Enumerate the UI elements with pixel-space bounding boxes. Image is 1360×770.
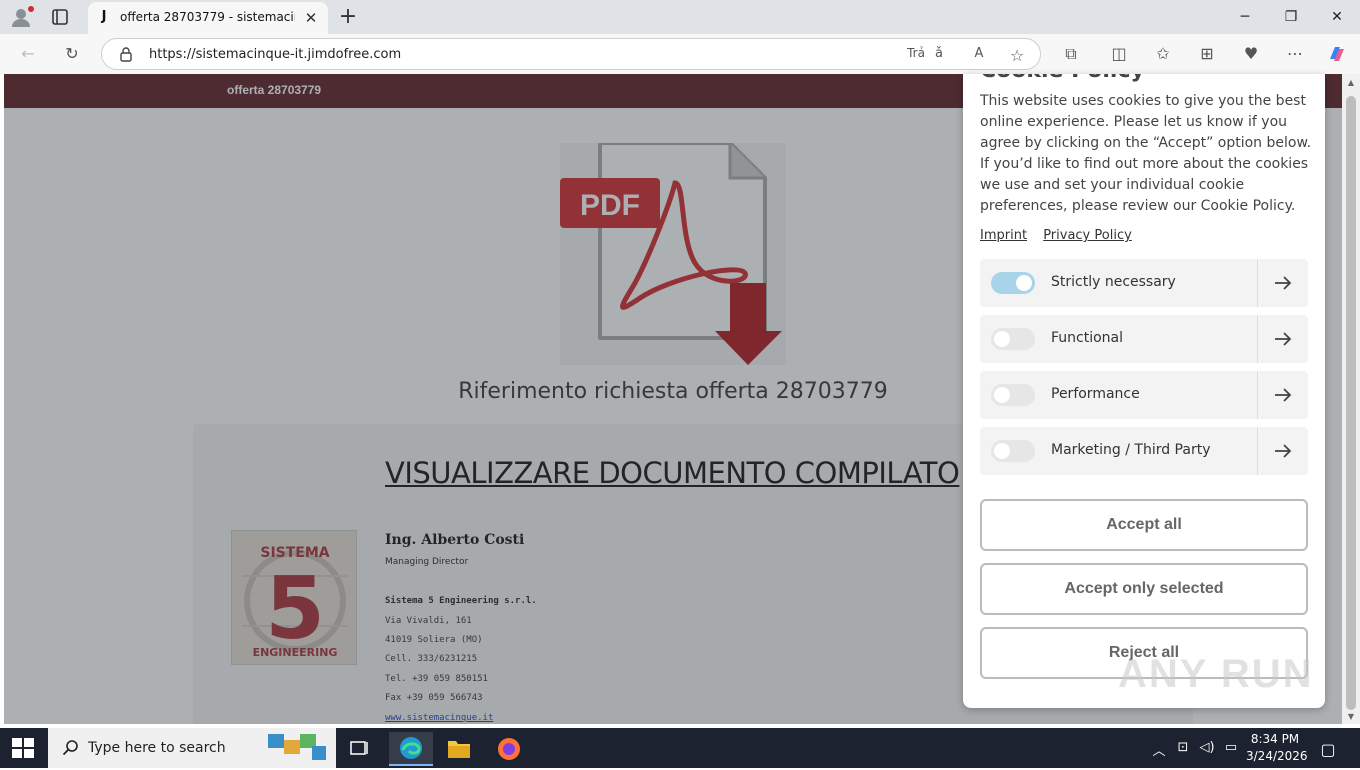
- tray-chevron-icon[interactable]: ︿: [1149, 740, 1169, 759]
- jimdo-favicon-icon: J: [101, 9, 107, 24]
- minimize-icon[interactable]: ─: [1222, 5, 1268, 29]
- category-label: Marketing / Third Party: [1051, 442, 1211, 458]
- marketing-toggle[interactable]: [991, 440, 1035, 462]
- accept-selected-button[interactable]: Accept only selected: [980, 563, 1308, 615]
- cookie-title: Cookie Policy: [980, 74, 1145, 83]
- scroll-up-icon[interactable]: ▲: [1346, 78, 1356, 87]
- cookie-description: This website uses cookies to give you th…: [980, 93, 1312, 214]
- favorites-icon[interactable]: ✩: [1152, 43, 1174, 65]
- lock-icon[interactable]: [118, 46, 134, 62]
- read-aloud-icon[interactable]: A: [968, 46, 990, 64]
- cookie-category-performance: Performance: [980, 371, 1308, 419]
- new-tab-icon[interactable]: +: [336, 5, 360, 29]
- privacy-policy-link[interactable]: Privacy Policy: [1043, 228, 1132, 243]
- category-label: Strictly necessary: [1051, 274, 1176, 290]
- more-menu-icon[interactable]: ⋯: [1284, 43, 1306, 65]
- accept-all-button[interactable]: Accept all: [980, 499, 1308, 551]
- scroll-thumb[interactable]: [1346, 96, 1356, 710]
- extensions-icon[interactable]: ⧉: [1060, 43, 1082, 65]
- cookie-category-strictly-necessary: Strictly necessary: [980, 259, 1308, 307]
- restore-icon[interactable]: ❐: [1268, 5, 1314, 29]
- arrow-right-icon[interactable]: [1270, 270, 1296, 296]
- imprint-link[interactable]: Imprint: [980, 228, 1027, 243]
- tab-actions-icon[interactable]: [50, 7, 70, 27]
- tab-title: offerta 28703779 - sistemacinque: [120, 10, 295, 24]
- window-close-icon[interactable]: ✕: [1314, 5, 1360, 29]
- performance-toggle[interactable]: [991, 384, 1035, 406]
- windows-start-icon[interactable]: [12, 738, 34, 758]
- profile-notification-dot: [28, 6, 34, 12]
- copilot-icon[interactable]: [1326, 43, 1348, 65]
- scroll-down-icon[interactable]: ▼: [1346, 712, 1356, 721]
- cookie-category-functional: Functional: [980, 315, 1308, 363]
- windows-taskbar: Type here to search ︿ ⊡ ◁) ▭ 8:34 PM 3/2…: [0, 728, 1360, 768]
- file-explorer-icon[interactable]: [437, 732, 481, 766]
- category-label: Performance: [1051, 386, 1140, 402]
- tab-close-icon[interactable]: ✕: [301, 8, 321, 28]
- notifications-icon[interactable]: ▢: [1318, 740, 1338, 759]
- back-icon[interactable]: ←: [17, 43, 39, 65]
- cookie-category-marketing: Marketing / Third Party: [980, 427, 1308, 475]
- arrow-right-icon[interactable]: [1270, 438, 1296, 464]
- search-icon: [62, 740, 78, 756]
- firefox-icon[interactable]: [487, 732, 531, 766]
- arrow-right-icon[interactable]: [1270, 326, 1296, 352]
- browser-toolbar: ← ↻ https://sistemacinque-it.jimdofree.c…: [0, 34, 1360, 74]
- taskbar-clock[interactable]: 8:34 PM 3/24/2026: [1246, 731, 1308, 765]
- battery-icon[interactable]: ▭: [1221, 740, 1241, 756]
- strictly-necessary-toggle[interactable]: [991, 272, 1035, 294]
- address-bar[interactable]: https://sistemacinque-it.jimdofree.com T…: [101, 38, 1041, 70]
- browser-tab-bar: J offerta 28703779 - sistemacinque ✕ + ─…: [0, 0, 1360, 34]
- category-label: Functional: [1051, 330, 1124, 346]
- cookie-consent-panel: Cookie Policy This website uses cookies …: [963, 74, 1325, 708]
- search-highlight-icon: [268, 734, 326, 760]
- reader-mode-icon[interactable]: ǎ: [928, 46, 950, 64]
- favorite-star-icon[interactable]: ☆: [1006, 46, 1028, 65]
- anyrun-watermark: ANY RUN: [1118, 652, 1314, 696]
- search-placeholder: Type here to search: [88, 740, 226, 756]
- clock-date: 3/24/2026: [1246, 749, 1308, 763]
- translate-icon[interactable]: Trả: [902, 46, 930, 64]
- arrow-right-icon[interactable]: [1270, 382, 1296, 408]
- tab-active[interactable]: J offerta 28703779 - sistemacinque ✕: [88, 2, 328, 34]
- taskbar-search-box[interactable]: Type here to search: [48, 728, 336, 768]
- functional-toggle[interactable]: [991, 328, 1035, 350]
- clock-time: 8:34 PM: [1250, 732, 1300, 746]
- volume-icon[interactable]: ◁): [1197, 740, 1217, 756]
- url-text[interactable]: https://sistemacinque-it.jimdofree.com: [149, 47, 401, 62]
- task-view-icon[interactable]: [338, 732, 382, 766]
- cookie-links: Imprint Privacy Policy: [980, 228, 1144, 243]
- refresh-icon[interactable]: ↻: [61, 43, 83, 65]
- page-scrollbar[interactable]: ▲ ▼: [1342, 74, 1360, 724]
- network-icon[interactable]: ⊡: [1173, 740, 1193, 756]
- collections-icon[interactable]: ⊞: [1196, 43, 1218, 65]
- browser-essentials-icon[interactable]: ♥: [1240, 43, 1262, 65]
- edge-taskbar-icon[interactable]: [389, 732, 433, 766]
- split-screen-icon[interactable]: ◫: [1108, 43, 1130, 65]
